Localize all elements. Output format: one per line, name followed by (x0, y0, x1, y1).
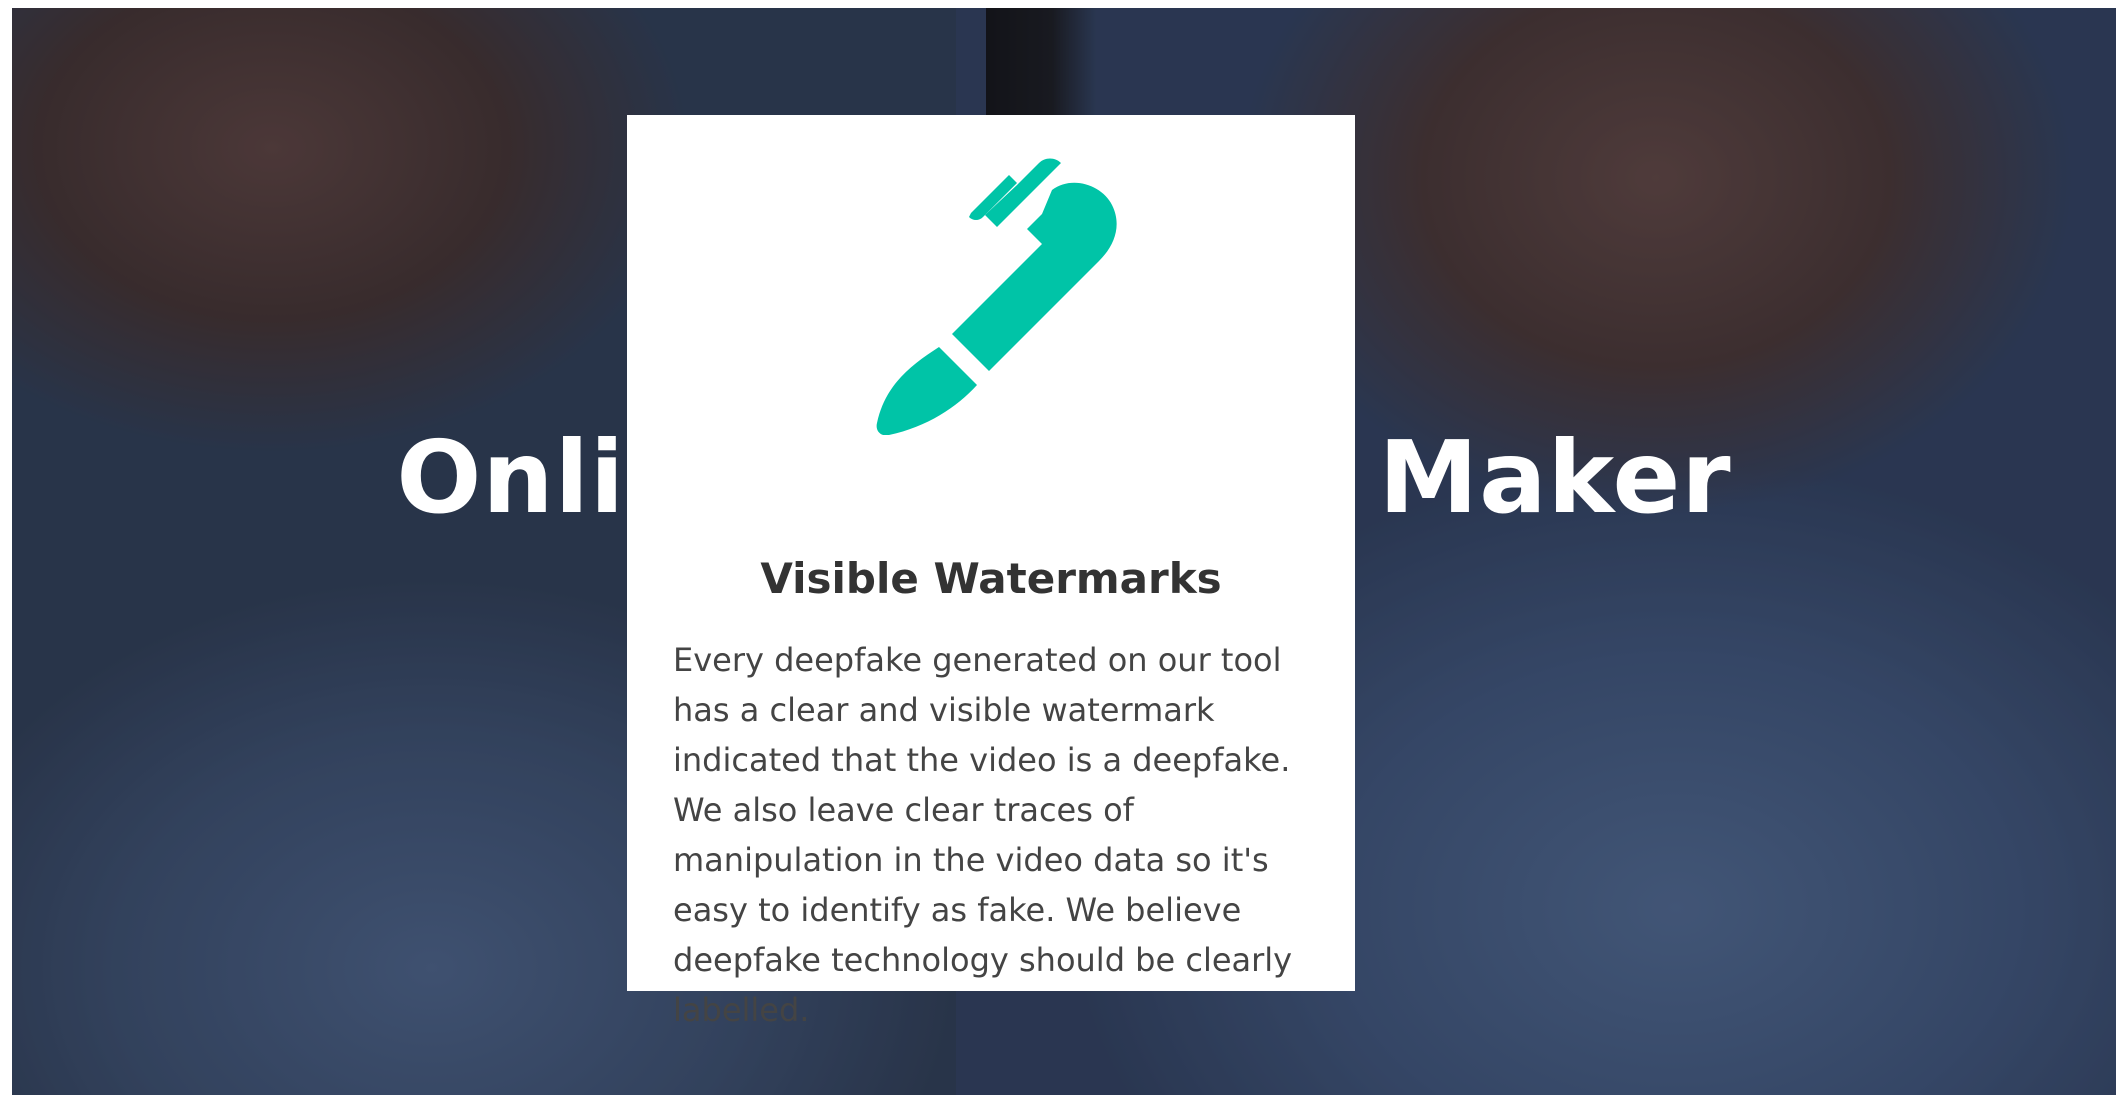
page: Online Deepfake Maker Create deepfake vi… (0, 0, 2116, 1095)
pen-icon (876, 158, 1117, 435)
card-title: Visible Watermarks (760, 554, 1222, 603)
feature-card-visible-watermarks: Visible Watermarks Every deepfake genera… (627, 115, 1355, 1029)
card-description: Every deepfake generated on our tool has… (673, 641, 1293, 1029)
